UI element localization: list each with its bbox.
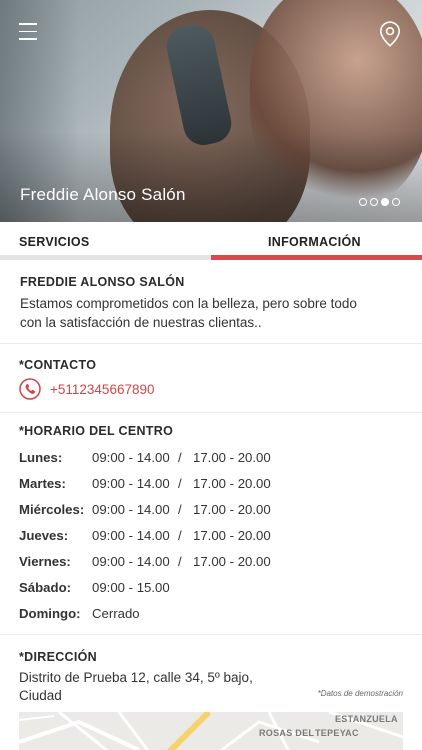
carousel-dot-1[interactable] (359, 198, 367, 206)
hours-separator: / (178, 450, 182, 465)
hours-afternoon: 17.00 - 20.00 (193, 554, 271, 569)
hours-row-viernes: Viernes: 09:00 - 14.00 / 17.00 - 20.00 (19, 554, 399, 580)
hours-separator: / (178, 554, 182, 569)
hours-day: Domingo: (19, 606, 81, 621)
tab-bar: SERVICIOS INFORMACIÓN (0, 222, 422, 260)
hours-day: Viernes: (19, 554, 71, 569)
hamburger-menu-icon[interactable] (19, 23, 37, 41)
carousel-dot-3[interactable] (381, 198, 389, 206)
carousel-dots[interactable] (359, 198, 400, 206)
tab-informacion-indicator (211, 255, 422, 260)
hours-afternoon: 17.00 - 20.00 (193, 502, 271, 517)
salon-name-heading: FREDDIE ALONSO SALÓN (20, 275, 185, 289)
hours-heading: *HORARIO DEL CENTRO (19, 424, 174, 438)
hours-row-miercoles: Miércoles: 09:00 - 14.00 / 17.00 - 20.00 (19, 502, 399, 528)
tab-informacion-label: INFORMACIÓN (268, 235, 361, 249)
hours-day: Miércoles: (19, 502, 85, 517)
hours-morning: 09:00 - 14.00 (92, 528, 170, 543)
demo-data-note: *Datos de demostración (317, 689, 403, 698)
hours-day: Sábado: (19, 580, 72, 595)
hours-morning: 09:00 - 14.00 (92, 450, 170, 465)
map-label-tepeyac: TEPEYAC (315, 728, 359, 738)
hours-day: Jueves: (19, 528, 69, 543)
phone-link[interactable]: +5112345667890 (19, 378, 155, 400)
salon-description-line-2: con la satisfacción de nuestras clientas… (20, 315, 262, 330)
hours-table: Lunes: 09:00 - 14.00 / 17.00 - 20.00 Mar… (19, 450, 399, 632)
hours-row-martes: Martes: 09:00 - 14.00 / 17.00 - 20.00 (19, 476, 399, 502)
map-label-estanzuela: ESTANZUELA (335, 714, 398, 724)
location-map[interactable]: ESTANZUELA ROSAS DEL TEPEYAC (19, 712, 403, 750)
location-pin-icon[interactable] (379, 21, 401, 47)
hours-row-domingo: Domingo: Cerrado (19, 606, 399, 632)
phone-number: +5112345667890 (50, 381, 155, 397)
hours-morning: 09:00 - 14.00 (92, 476, 170, 491)
hero-title: Freddie Alonso Salón (20, 185, 186, 204)
hours-row-sabado: Sábado: 09:00 - 15.00 (19, 580, 399, 606)
contact-heading: *CONTACTO (19, 358, 97, 372)
carousel-dot-2[interactable] (370, 198, 378, 206)
map-label-rosas: ROSAS DEL (259, 728, 315, 738)
hours-row-lunes: Lunes: 09:00 - 14.00 / 17.00 - 20.00 (19, 450, 399, 476)
hours-closed: Cerrado (92, 606, 140, 621)
salon-description-line-1: Estamos comprometidos con la belleza, pe… (20, 296, 357, 311)
hours-afternoon: 17.00 - 20.00 (193, 528, 271, 543)
hours-separator: / (178, 528, 182, 543)
carousel-dot-4[interactable] (392, 198, 400, 206)
hours-afternoon: 17.00 - 20.00 (193, 450, 271, 465)
hours-day: Lunes: (19, 450, 63, 465)
address-line-2: Ciudad (19, 688, 62, 703)
hours-separator: / (178, 476, 182, 491)
divider (0, 634, 422, 635)
hours-row-jueves: Jueves: 09:00 - 14.00 / 17.00 - 20.00 (19, 528, 399, 554)
hours-day: Martes: (19, 476, 66, 491)
divider (0, 343, 422, 344)
address-heading: *DIRECCIÓN (19, 650, 98, 664)
hours-morning: 09:00 - 15.00 (92, 580, 170, 595)
hero-banner: Freddie Alonso Salón (0, 0, 422, 222)
phone-icon (19, 378, 41, 400)
tab-servicios[interactable]: SERVICIOS (0, 222, 211, 260)
hours-separator: / (178, 502, 182, 517)
tab-informacion[interactable]: INFORMACIÓN (211, 222, 422, 260)
hero-gradient-overlay (0, 132, 422, 222)
hours-afternoon: 17.00 - 20.00 (193, 476, 271, 491)
tab-servicios-indicator (0, 255, 211, 260)
hours-morning: 09:00 - 14.00 (92, 502, 170, 517)
divider (0, 412, 422, 413)
hours-morning: 09:00 - 14.00 (92, 554, 170, 569)
address-line-1: Distrito de Prueba 12, calle 34, 5º bajo… (19, 670, 253, 685)
tab-servicios-label: SERVICIOS (19, 235, 90, 249)
